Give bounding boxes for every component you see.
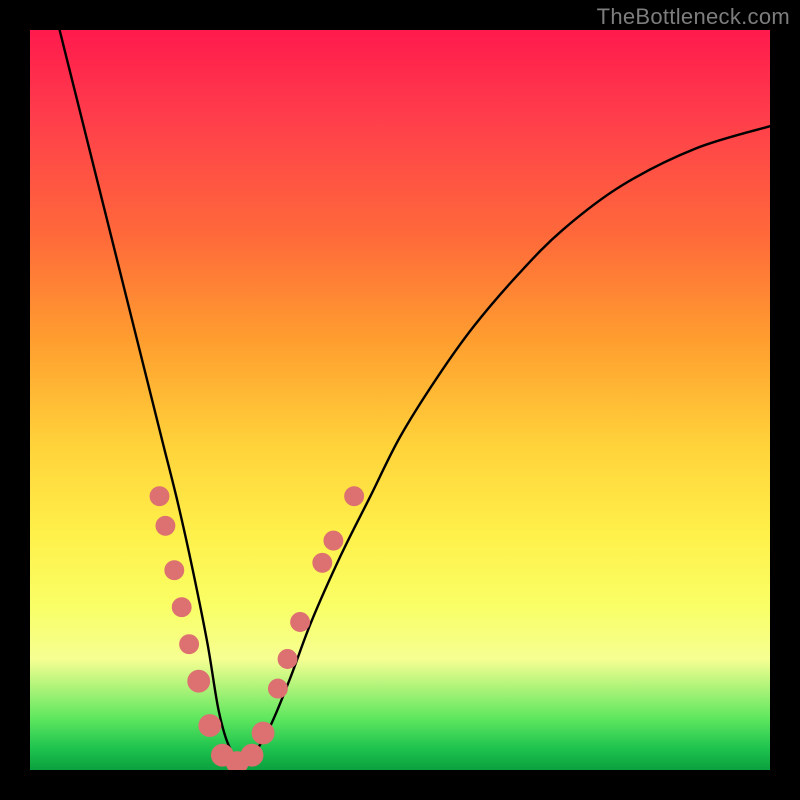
plot-area [30, 30, 770, 770]
curve-marker [324, 531, 343, 550]
curve-marker [313, 553, 332, 572]
curve-marker [150, 487, 169, 506]
curve-marker [241, 744, 263, 766]
curve-marker [252, 722, 274, 744]
bottleneck-curve [60, 30, 770, 763]
curve-marker [278, 650, 297, 669]
curve-marker [345, 487, 364, 506]
curve-marker [165, 561, 184, 580]
curve-marker [199, 715, 221, 737]
curve-marker [172, 598, 191, 617]
chart-stage: TheBottleneck.com [0, 0, 800, 800]
chart-svg [30, 30, 770, 770]
curve-marker [156, 516, 175, 535]
watermark-text: TheBottleneck.com [597, 4, 790, 30]
curve-marker [188, 670, 210, 692]
curve-marker [268, 679, 287, 698]
curve-markers [150, 487, 364, 770]
curve-marker [180, 635, 199, 654]
curve-marker [291, 613, 310, 632]
